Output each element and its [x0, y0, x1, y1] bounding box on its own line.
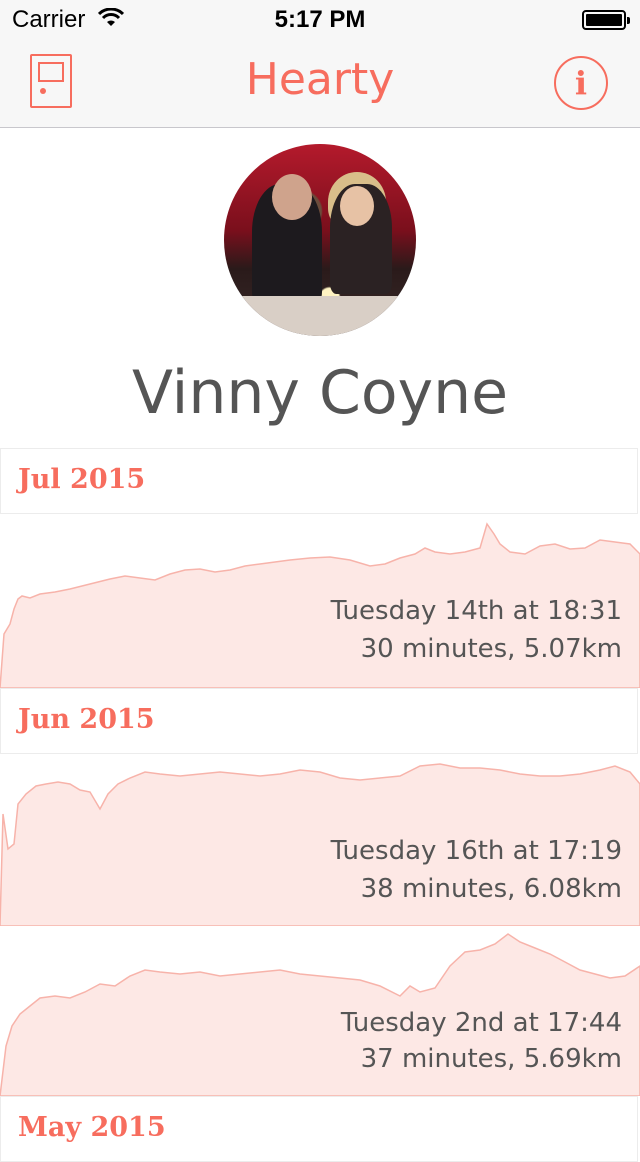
run-stats: 37 minutes, 5.69km	[360, 1044, 622, 1074]
info-icon[interactable]: i	[554, 56, 608, 110]
battery-icon	[582, 10, 630, 30]
app-title: Hearty	[245, 54, 395, 105]
profile-header: Vinny Coyne	[0, 128, 640, 448]
run-stats: 38 minutes, 6.08km	[360, 874, 622, 904]
status-time: 5:17 PM	[274, 6, 366, 33]
run-row[interactable]: Tuesday 14th at 18:31 30 minutes, 5.07km	[0, 514, 640, 688]
status-bar: Carrier 5:17 PM	[0, 0, 640, 40]
section-title: May 2015	[18, 1112, 166, 1143]
section-header-may-2015: May 2015	[0, 1096, 638, 1162]
section-header-jun-2015: Jun 2015	[0, 688, 638, 754]
run-date: Tuesday 14th at 18:31	[330, 596, 622, 626]
section-title: Jul 2015	[18, 464, 146, 495]
run-stats: 30 minutes, 5.07km	[360, 634, 622, 664]
section-title: Jun 2015	[18, 704, 155, 735]
navigation-bar: Hearty i	[0, 40, 640, 128]
run-date: Tuesday 2nd at 17:44	[340, 1008, 622, 1038]
run-date: Tuesday 16th at 17:19	[330, 836, 622, 866]
section-header-jul-2015: Jul 2015	[0, 448, 638, 514]
run-row[interactable]: Tuesday 16th at 17:19 38 minutes, 6.08km	[0, 754, 640, 926]
run-row[interactable]: Tuesday 2nd at 17:44 37 minutes, 5.69km	[0, 926, 640, 1096]
profile-name: Vinny Coyne	[131, 358, 509, 428]
avatar	[224, 144, 416, 336]
